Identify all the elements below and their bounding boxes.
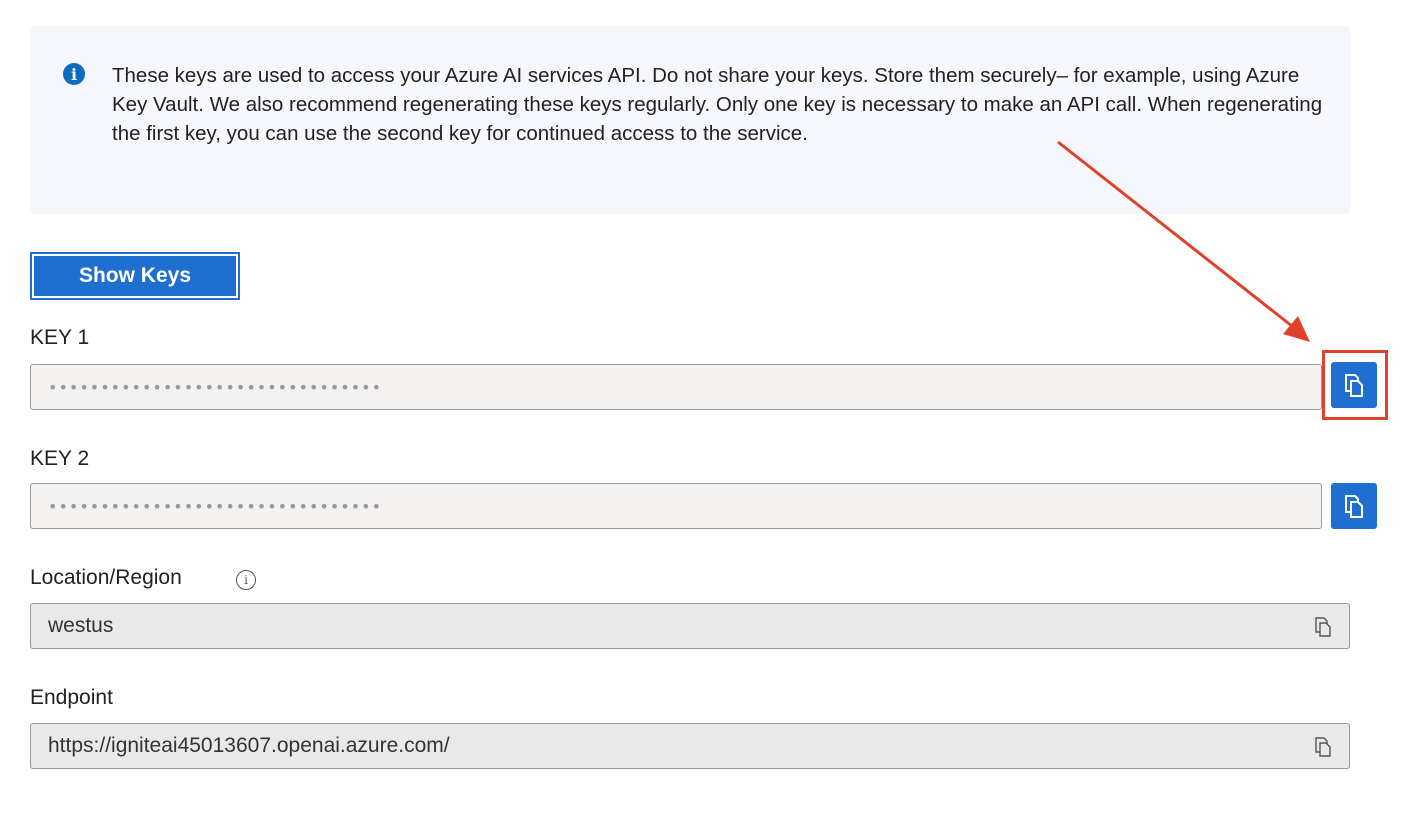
annotation-arrow: [1057, 140, 1310, 342]
